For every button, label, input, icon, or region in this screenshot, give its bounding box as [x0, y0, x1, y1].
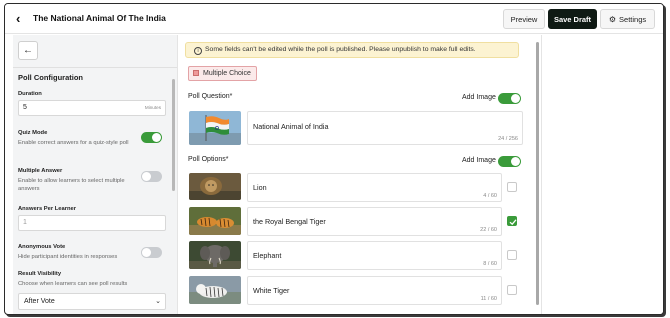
option-image-lion[interactable] [189, 173, 241, 200]
question-char-counter: 24 / 256 [498, 136, 518, 142]
config-sidebar: ← Poll Configuration Duration 5 Minutes … [13, 35, 178, 314]
poll-editor: i Some fields can't be edited while the p… [179, 35, 539, 314]
sidebar-divider [13, 67, 177, 68]
info-icon: i [194, 47, 202, 55]
duration-value: 5 [23, 104, 27, 111]
top-bar: ‹ The National Animal Of The India Previ… [5, 4, 663, 34]
app-window: ‹ The National Animal Of The India Previ… [4, 3, 664, 315]
preview-pane [541, 35, 663, 314]
option-image-bengal-tiger[interactable] [189, 207, 241, 235]
option-char-counter: 4 / 60 [483, 193, 497, 199]
anonymous-vote-label: Anonymous Vote [18, 244, 66, 250]
option-image-elephant[interactable] [189, 241, 241, 269]
multiple-choice-icon [193, 70, 199, 76]
quiz-mode-toggle[interactable] [141, 132, 162, 143]
option-input[interactable]: Elephant 8 / 60 [247, 241, 502, 270]
poll-question-label: Poll Question* [188, 93, 233, 100]
option-text: White Tiger [253, 286, 290, 295]
option-correct-checkbox[interactable] [507, 250, 517, 260]
preview-button[interactable]: Preview [503, 9, 545, 29]
option-input[interactable]: White Tiger 11 / 60 [247, 276, 502, 305]
poll-type-badge: Multiple Choice [188, 66, 257, 81]
section-title: Poll Configuration [18, 73, 83, 82]
multiple-answer-help: Enable to allow learners to select multi… [18, 178, 125, 192]
question-add-image-toggle[interactable] [498, 93, 521, 104]
published-warning: i Some fields can't be edited while the p… [185, 42, 519, 58]
option-text: the Royal Bengal Tiger [253, 217, 326, 226]
answers-per-learner-label: Answers Per Learner [18, 206, 76, 212]
duration-label: Duration [18, 91, 42, 97]
quiz-mode-label: Quiz Mode [18, 130, 48, 136]
question-add-image-label: Add Image [462, 94, 496, 101]
answers-per-learner-input[interactable]: 1 [18, 215, 166, 231]
arrow-left-icon: ← [23, 45, 33, 56]
page-title: The National Animal Of The India [33, 13, 166, 23]
option-correct-checkbox[interactable] [507, 216, 517, 226]
option-image-white-tiger[interactable] [189, 276, 241, 304]
sidebar-scrollbar[interactable] [172, 79, 175, 191]
check-icon [509, 219, 517, 226]
option-correct-checkbox[interactable] [507, 285, 517, 295]
result-visibility-help: Choose when learners can see poll result… [18, 281, 128, 287]
sidebar-back-button[interactable]: ← [18, 41, 38, 60]
question-input[interactable]: National Animal of India 24 / 256 [247, 111, 523, 145]
save-draft-button[interactable]: Save Draft [548, 9, 597, 29]
anonymous-vote-toggle[interactable] [141, 247, 162, 258]
poll-options-label: Poll Options* [188, 156, 229, 163]
option-char-counter: 8 / 60 [483, 261, 497, 267]
poll-type-label: Multiple Choice [203, 70, 251, 77]
back-chevron-icon[interactable]: ‹ [16, 12, 30, 26]
answers-per-learner-placeholder: 1 [23, 219, 27, 226]
chevron-down-icon: ⌄ [155, 298, 161, 305]
option-char-counter: 22 / 60 [480, 227, 497, 233]
question-text: National Animal of India [253, 122, 329, 131]
result-visibility-label: Result Visibility [18, 271, 62, 277]
option-char-counter: 11 / 60 [480, 296, 497, 302]
option-input[interactable]: the Royal Bengal Tiger 22 / 60 [247, 207, 502, 236]
options-add-image-label: Add Image [462, 157, 496, 164]
multiple-answer-label: Multiple Answer [18, 168, 63, 174]
settings-button[interactable]: ⚙ Settings [600, 9, 655, 29]
alert-text: Some fields can't be edited while the po… [205, 46, 476, 53]
result-visibility-select[interactable]: After Vote ⌄ [18, 293, 166, 310]
option-correct-checkbox[interactable] [507, 182, 517, 192]
question-image[interactable] [189, 111, 241, 145]
result-visibility-value: After Vote [24, 298, 55, 305]
options-add-image-toggle[interactable] [498, 156, 521, 167]
settings-label: Settings [619, 15, 647, 24]
duration-unit: Minutes [144, 105, 161, 110]
quiz-mode-help: Enable correct answers for a quiz-style … [18, 140, 129, 146]
duration-input[interactable]: 5 Minutes [18, 100, 166, 116]
multiple-answer-toggle[interactable] [141, 171, 162, 182]
editor-scrollbar[interactable] [536, 42, 539, 305]
option-text: Elephant [253, 251, 282, 260]
option-input[interactable]: Lion 4 / 60 [247, 173, 502, 202]
anonymous-vote-help: Hide participant identities in responses [18, 254, 118, 260]
option-text: Lion [253, 183, 267, 192]
gear-icon: ⚙ [608, 15, 617, 24]
